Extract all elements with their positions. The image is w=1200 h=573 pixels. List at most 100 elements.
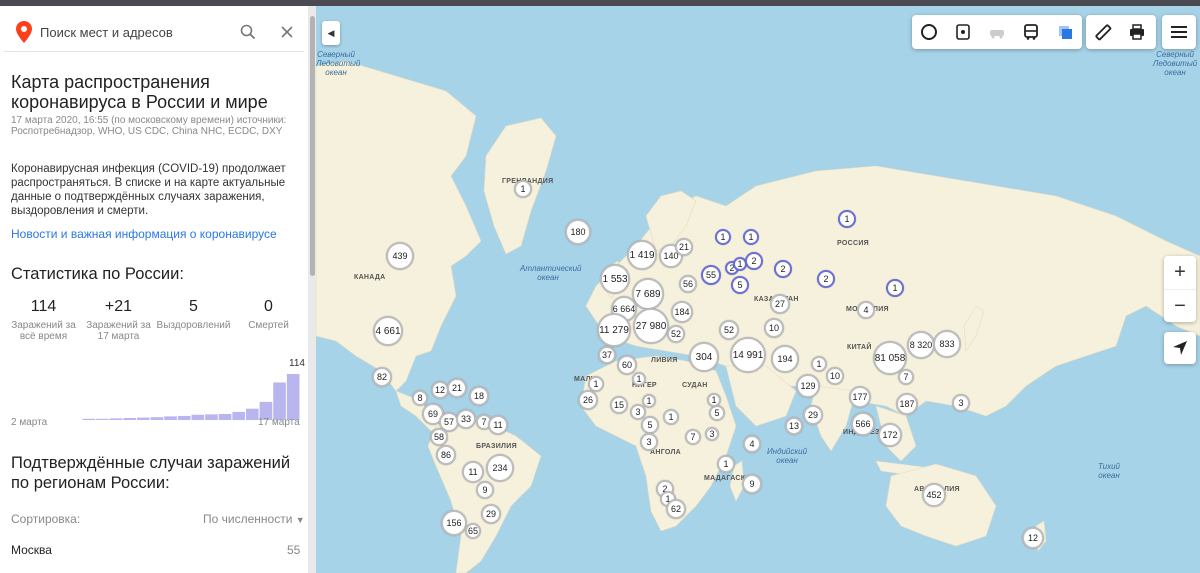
case-cluster-marker[interactable]: 8 — [412, 390, 428, 406]
case-cluster-marker[interactable]: 1 — [588, 376, 604, 392]
case-cluster-marker[interactable]: 1 — [811, 356, 827, 372]
case-cluster-marker[interactable]: 2 — [774, 260, 792, 278]
case-cluster-marker[interactable]: 4 661 — [373, 316, 403, 346]
case-cluster-marker[interactable]: 29 — [481, 504, 501, 524]
sort-dropdown[interactable]: По численности ▼ — [203, 512, 305, 526]
zoom-out-button[interactable]: − — [1164, 289, 1196, 322]
print-button[interactable] — [1120, 15, 1154, 49]
case-cluster-marker[interactable]: 1 — [886, 279, 904, 297]
case-cluster-marker[interactable]: 58 — [430, 428, 448, 446]
case-cluster-marker[interactable]: 27 — [770, 294, 790, 314]
case-cluster-marker[interactable]: 4 — [743, 435, 761, 453]
zoom-in-button[interactable]: + — [1164, 256, 1196, 289]
case-cluster-marker[interactable]: 5 — [731, 276, 749, 294]
panorama-button[interactable] — [912, 15, 946, 49]
stats-heading: Статистика по России: — [11, 265, 184, 283]
case-cluster-marker[interactable]: 12 — [1022, 527, 1044, 549]
carsharing-button[interactable] — [980, 15, 1014, 49]
case-cluster-marker[interactable]: 82 — [372, 367, 392, 387]
collapse-sidebar-button[interactable]: ◀ — [322, 21, 340, 45]
case-cluster-marker[interactable]: 7 — [898, 369, 914, 385]
case-cluster-marker[interactable]: 15 — [610, 396, 628, 414]
case-cluster-marker[interactable]: 55 — [701, 265, 721, 285]
case-cluster-marker[interactable]: 5 — [709, 405, 725, 421]
case-cluster-marker[interactable]: 14 991 — [730, 337, 766, 373]
case-cluster-marker[interactable]: 56 — [679, 275, 697, 293]
case-cluster-marker[interactable]: 27 980 — [633, 308, 669, 344]
case-cluster-marker[interactable]: 5 — [641, 416, 659, 434]
case-cluster-marker[interactable]: 1 — [715, 229, 731, 245]
case-cluster-marker[interactable]: 452 — [922, 483, 946, 507]
case-cluster-marker[interactable]: 3 — [952, 394, 970, 412]
case-cluster-marker[interactable]: 65 — [465, 523, 481, 539]
geolocation-button[interactable] — [1164, 332, 1196, 364]
case-cluster-marker[interactable]: 187 — [896, 393, 918, 415]
case-cluster-marker[interactable]: 1 419 — [627, 240, 657, 270]
case-cluster-marker[interactable]: 3 — [705, 427, 719, 441]
layers-button[interactable] — [1048, 15, 1082, 49]
case-cluster-marker[interactable]: 1 — [717, 455, 735, 473]
case-cluster-marker[interactable]: 11 — [462, 461, 484, 483]
case-cluster-marker[interactable]: 9 — [476, 481, 494, 499]
case-cluster-marker[interactable]: 180 — [565, 219, 591, 245]
case-cluster-marker[interactable]: 2 — [817, 270, 835, 288]
panorama-icon — [921, 24, 937, 40]
case-cluster-marker[interactable]: 21 — [447, 378, 467, 398]
case-cluster-marker[interactable]: 10 — [826, 367, 844, 385]
case-cluster-marker[interactable]: 1 — [743, 229, 759, 245]
case-cluster-marker[interactable]: 129 — [796, 374, 820, 398]
case-cluster-marker[interactable]: 1 — [632, 372, 646, 386]
case-cluster-marker[interactable]: 304 — [689, 342, 719, 372]
case-cluster-marker[interactable]: 7 689 — [632, 278, 664, 310]
case-cluster-marker[interactable]: 60 — [617, 355, 637, 375]
case-cluster-marker[interactable]: 86 — [436, 445, 456, 465]
case-cluster-marker[interactable]: 37 — [598, 346, 616, 364]
case-cluster-marker[interactable]: 1 — [663, 409, 679, 425]
transport-button[interactable] — [1014, 15, 1048, 49]
case-cluster-marker[interactable]: 1 — [707, 393, 721, 407]
case-cluster-marker[interactable]: 1 — [514, 180, 532, 198]
region-name[interactable]: Москва — [11, 543, 52, 557]
case-cluster-marker[interactable]: 9 — [742, 474, 762, 494]
case-cluster-marker[interactable]: 156 — [441, 510, 467, 536]
case-cluster-marker[interactable]: 234 — [486, 454, 514, 482]
chart-bar — [164, 416, 177, 420]
case-cluster-marker[interactable]: 26 — [578, 390, 598, 410]
traffic-button[interactable] — [946, 15, 980, 49]
case-cluster-marker[interactable]: 1 553 — [600, 264, 630, 294]
case-cluster-marker[interactable]: 8 320 — [907, 331, 935, 359]
case-cluster-marker[interactable]: 1 — [642, 394, 656, 408]
case-cluster-marker[interactable]: 439 — [386, 242, 414, 270]
case-cluster-marker[interactable]: 4 — [857, 301, 875, 319]
case-cluster-marker[interactable]: 184 — [671, 301, 693, 323]
case-cluster-marker[interactable]: 18 — [469, 386, 489, 406]
menu-button[interactable] — [1162, 15, 1196, 49]
case-cluster-marker[interactable]: 177 — [849, 386, 871, 408]
ruler-button[interactable] — [1086, 15, 1120, 49]
close-icon[interactable] — [275, 20, 299, 44]
case-cluster-marker[interactable]: 194 — [771, 345, 799, 373]
case-cluster-marker[interactable]: 10 — [764, 318, 784, 338]
case-cluster-marker[interactable]: 2 — [745, 252, 763, 270]
chevron-down-icon: ▼ — [295, 515, 305, 525]
case-cluster-marker[interactable]: 566 — [851, 412, 875, 436]
world-map[interactable]: Северный Ледовитый океан Атлантический о… — [316, 6, 1200, 573]
case-cluster-marker[interactable]: 11 279 — [597, 313, 631, 347]
case-cluster-marker[interactable]: 33 — [456, 409, 476, 429]
news-link[interactable]: Новости и важная информация о коронавиру… — [11, 227, 277, 241]
search-icon[interactable] — [236, 20, 260, 44]
case-cluster-marker[interactable]: 172 — [878, 423, 902, 447]
case-cluster-marker[interactable]: 3 — [640, 433, 658, 451]
search-input[interactable] — [40, 20, 230, 44]
case-cluster-marker[interactable]: 52 — [667, 325, 685, 343]
case-cluster-marker[interactable]: 11 — [488, 415, 508, 435]
case-cluster-marker[interactable]: 21 — [675, 238, 693, 256]
case-cluster-marker[interactable]: 62 — [666, 499, 686, 519]
case-cluster-marker[interactable]: 7 — [685, 429, 701, 445]
case-cluster-marker[interactable]: 29 — [803, 405, 823, 425]
case-cluster-marker[interactable]: 13 — [785, 417, 803, 435]
case-cluster-marker[interactable]: 1 — [838, 210, 856, 228]
scrollbar-thumb[interactable] — [310, 16, 315, 276]
case-cluster-marker[interactable]: 833 — [933, 330, 961, 358]
case-cluster-marker[interactable]: 52 — [719, 320, 739, 340]
